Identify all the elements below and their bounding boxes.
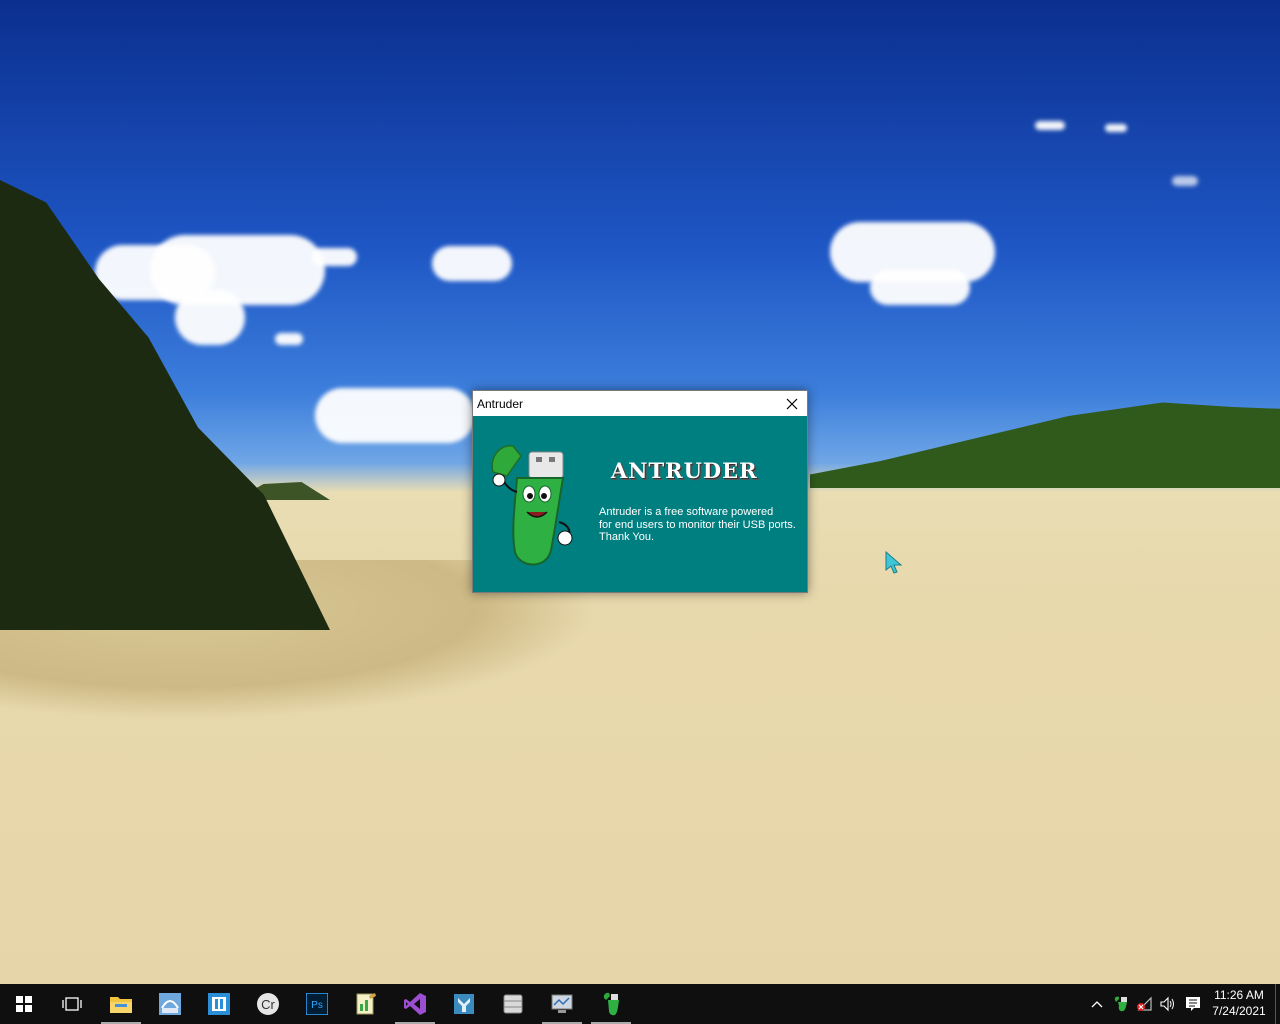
description-line: for end users to monitor their USB ports… (599, 518, 796, 531)
antruder-dialog: Antruder ANTRUDER Antruder is a free sof… (472, 390, 808, 593)
show-desktop-button[interactable] (1275, 984, 1280, 1024)
tool-app-icon (454, 994, 474, 1014)
taskbar-file-explorer[interactable] (97, 984, 145, 1024)
app-logo-text: ANTRUDER (611, 458, 758, 483)
description-line: Antruder is a free software powered (599, 506, 774, 518)
taskbar-monitor-app[interactable] (538, 984, 586, 1024)
svg-text:Cr: Cr (261, 997, 275, 1012)
network-app-icon (159, 993, 181, 1015)
tray-network[interactable] (1134, 984, 1154, 1024)
taskbar-notepad-chart[interactable] (342, 984, 390, 1024)
close-icon (786, 398, 798, 409)
tray-action-center[interactable] (1181, 984, 1205, 1024)
task-view-icon (62, 997, 82, 1011)
database-app-icon (503, 994, 523, 1014)
svg-text:Ps: Ps (311, 1000, 323, 1011)
start-button[interactable] (0, 984, 48, 1024)
cloud (315, 388, 475, 443)
clock-date: 7/24/2021 (1212, 1004, 1266, 1018)
taskbar-network-app[interactable] (146, 984, 194, 1024)
visual-studio-icon (404, 993, 426, 1015)
right-forest-hill (810, 402, 1280, 488)
antruder-tray-icon (1114, 996, 1127, 1012)
cloud (1035, 121, 1065, 130)
tray-volume[interactable] (1157, 984, 1179, 1024)
clock-time: 11:26 AM (1214, 988, 1264, 1002)
taskbar-cr-app[interactable]: Cr (244, 984, 292, 1024)
close-button[interactable] (777, 391, 807, 416)
dialog-body: ANTRUDER Antruder is a free software pow… (473, 416, 807, 592)
bracket-app-icon (208, 993, 230, 1015)
start-icon (16, 996, 32, 1012)
cloud (870, 270, 970, 305)
taskbar-antruder[interactable] (587, 984, 635, 1024)
taskbar-photoshop[interactable]: Ps (293, 984, 341, 1024)
cloud (150, 235, 325, 305)
usb-mascot-icon (491, 445, 573, 566)
cloud (275, 333, 303, 345)
cloud (312, 248, 357, 266)
monitor-app-icon (551, 994, 573, 1013)
antruder-app-icon (603, 992, 619, 1016)
file-explorer-icon (110, 997, 132, 1013)
network-disconnected-icon (1137, 996, 1152, 1011)
show-hidden-icons-button[interactable] (1087, 984, 1107, 1024)
dialog-titlebar[interactable]: Antruder (473, 391, 807, 416)
notepad-chart-icon (356, 993, 376, 1015)
cr-app-icon: Cr (257, 993, 279, 1015)
speaker-icon (1160, 996, 1174, 1012)
cloud (175, 290, 245, 345)
app-description: Antruder is a free software powered for … (599, 506, 804, 544)
taskbar: Cr Ps 11:26 AM 7/24/2021 (0, 984, 1280, 1024)
cloud (1172, 176, 1198, 186)
cloud (432, 246, 512, 281)
taskbar-database-app[interactable] (489, 984, 537, 1024)
description-line: Thank You. (599, 531, 655, 543)
dialog-title: Antruder (477, 396, 524, 411)
taskbar-tool-app[interactable] (440, 984, 488, 1024)
taskbar-clock[interactable]: 11:26 AM 7/24/2021 (1206, 987, 1272, 1019)
photoshop-icon: Ps (306, 993, 328, 1015)
mouse-cursor-icon (885, 551, 903, 574)
chevron-up-icon (1091, 1001, 1103, 1008)
cloud (1105, 124, 1127, 132)
taskbar-bracket-app[interactable] (195, 984, 243, 1024)
taskbar-visual-studio[interactable] (391, 984, 439, 1024)
tray-antruder[interactable] (1111, 984, 1131, 1024)
task-view-button[interactable] (48, 984, 96, 1024)
action-center-icon (1186, 997, 1200, 1011)
